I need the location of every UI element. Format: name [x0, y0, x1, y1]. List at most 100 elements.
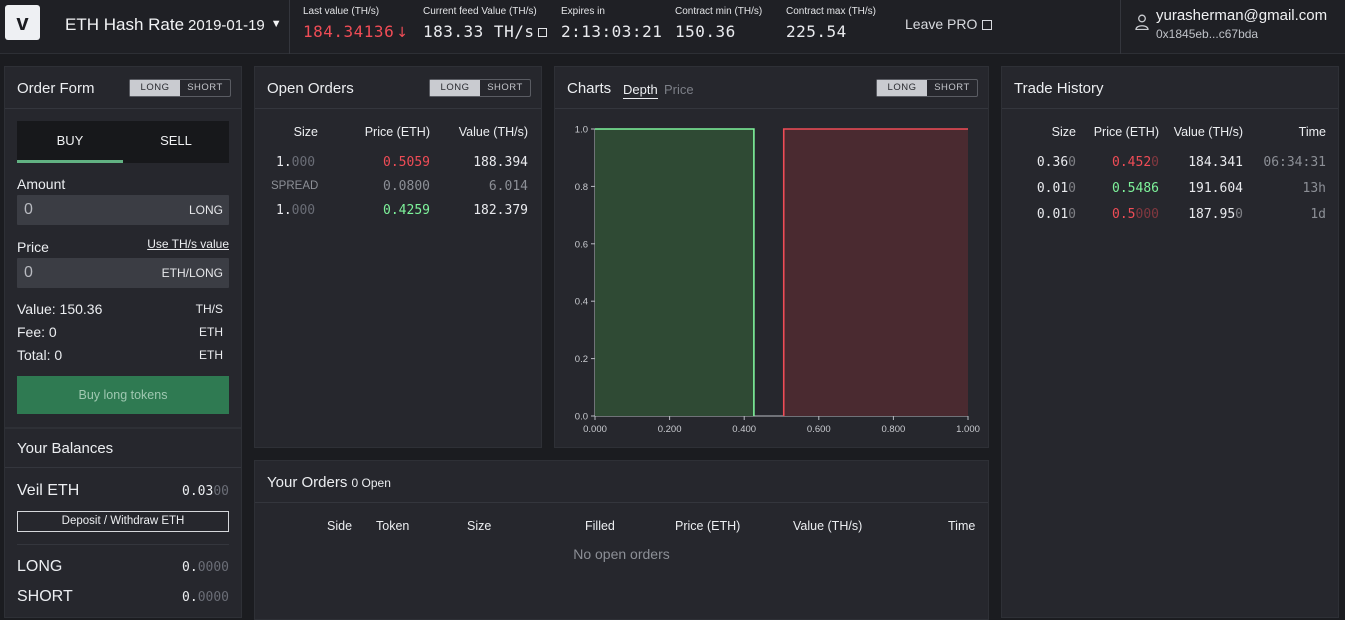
trade-size-main: 0.36 [1036, 155, 1069, 170]
depth-bid-area [595, 129, 754, 416]
toggle-long[interactable]: LONG [430, 80, 480, 96]
total-row: Total: 0 ETH [17, 347, 229, 363]
trade-price: 0.5486 [1112, 181, 1159, 196]
leave-pro-label: Leave PRO [905, 16, 978, 32]
toggle-long[interactable]: LONG [130, 80, 180, 96]
price-value: 0 [24, 264, 33, 281]
contract-max-stat: Contract max (TH/s) 225.54 [786, 6, 876, 41]
trade-size-main: 0.01 [1036, 181, 1069, 196]
total-label: Total: 0 [17, 347, 63, 363]
col-time: Time [1298, 125, 1326, 139]
col-filled: Filled [585, 519, 615, 533]
veil-eth-label: Veil ETH [17, 482, 80, 499]
x-tick-label: 0.800 [882, 424, 906, 435]
charts-panel: Charts Depth Price LONG SHORT 1.0 0.8 0.6 0.… [554, 66, 989, 448]
deposit-withdraw-button[interactable]: Deposit / Withdraw ETH [17, 511, 229, 532]
market-date: 2019-01-19 [188, 17, 265, 34]
divider [255, 108, 541, 109]
trade-time-main: 06:34:31 [1263, 155, 1326, 170]
depth-areas [595, 128, 968, 416]
divider [1002, 108, 1338, 109]
depth-chart[interactable]: 1.00.80.60.40.20.0 0.000 0.200 0.400 0.600 0… [555, 67, 988, 447]
y-tick-label: 1.0 [575, 125, 588, 136]
contract-min-label: Contract min (TH/s) [675, 6, 763, 17]
spread-price: 0.0800 [383, 179, 430, 194]
open-orders-title: Open Orders [267, 80, 354, 97]
active-tab-indicator [17, 160, 123, 163]
trade-value-main: 191.604 [1188, 181, 1243, 196]
open-orders-panel: Open Orders LONG SHORT Size Price (ETH) V… [254, 66, 542, 448]
x-tick-label: 0.000 [583, 424, 607, 435]
order-value: 182.379 [473, 203, 528, 218]
value-label: Value: 150.36 [17, 301, 103, 317]
col-value: Value (TH/s) [793, 519, 863, 533]
trade-price-main: 0.5486 [1112, 181, 1159, 196]
balances-panel: Your Balances Veil ETH 0.0300 Deposit / … [4, 428, 242, 618]
y-axis: 1.0 0.8 0.6 0.4 0.2 0.0 [575, 125, 596, 423]
trade-size-dim: 0 [1068, 181, 1076, 196]
col-price: Price (ETH) [675, 519, 741, 533]
trade-value: 187.950 [1188, 207, 1243, 222]
order-price: 0.5059 [383, 155, 430, 170]
trade-time-main: 13h [1302, 181, 1326, 196]
buy-long-tokens-button[interactable]: Buy long tokens [17, 376, 229, 414]
short-balance-label: SHORT [17, 588, 73, 605]
trade-time-main: 1d [1310, 207, 1326, 222]
spread-value: 6.014 [488, 179, 528, 194]
amount-unit: LONG [188, 203, 223, 217]
trade-size: 0.360 [1037, 155, 1076, 170]
total-unit: ETH [199, 348, 223, 362]
market-selector[interactable]: ETH Hash Rate 2019-01-19 ▼ [65, 15, 282, 35]
order-size-dim: 000 [291, 155, 316, 170]
your-orders-title-row: Your Orders 0 Open [267, 474, 391, 491]
toggle-short[interactable]: SHORT [480, 80, 530, 96]
col-token: Token [376, 519, 410, 533]
trade-price-dim: 0 [1151, 155, 1159, 170]
fee-label: Fee: 0 [17, 324, 57, 340]
price-input[interactable]: 0 ETH/LONG [17, 258, 229, 288]
col-size: Size [1051, 125, 1076, 139]
toggle-short[interactable]: SHORT [180, 80, 230, 96]
open-count: 0 Open [351, 476, 391, 490]
arrow-down-icon: ↓ [396, 25, 409, 41]
order-size: 1.000 [276, 155, 315, 170]
y-tick-label: 0.8 [575, 182, 588, 193]
veil-eth-value-dim: 00 [213, 484, 229, 499]
trade-size: 0.010 [1037, 181, 1076, 196]
amount-value: 0 [24, 201, 33, 218]
col-time: Time [948, 519, 976, 533]
contract-min-value: 150.36 [675, 22, 736, 41]
trade-price-dim: 000 [1135, 207, 1159, 222]
spread-label: SPREAD [271, 180, 319, 192]
order-size-dim: 000 [291, 203, 316, 218]
trade-history-panel: Trade History Size Price (ETH) Value (TH… [1001, 66, 1339, 618]
your-orders-title: Your Orders [267, 474, 348, 491]
expires-stat: Expires in 2:13:03:21 [561, 6, 662, 41]
short-balance-row: SHORT 0.0000 [17, 588, 229, 606]
trade-size-dim: 0 [1068, 155, 1076, 170]
tab-buy[interactable]: BUY [17, 121, 123, 163]
external-link-icon[interactable] [538, 28, 548, 37]
order-price: 0.4259 [383, 203, 430, 218]
last-value-stat: Last value (TH/s) 184.34136 ↓ [303, 6, 408, 41]
tab-sell[interactable]: SELL [123, 121, 229, 163]
leave-pro-link[interactable]: Leave PRO [905, 16, 993, 32]
last-value-label: Last value (TH/s) [303, 6, 380, 17]
last-value: 184.34136 [303, 22, 395, 41]
amount-input[interactable]: 0 LONG [17, 195, 229, 225]
trade-price: 0.4520 [1112, 155, 1159, 170]
price-unit: ETH/LONG [161, 266, 223, 280]
chevron-down-icon: ▼ [270, 18, 282, 30]
feed-value-label: Current feed Value (TH/s) [423, 6, 537, 17]
col-size: Size [293, 125, 318, 139]
long-balance-value: 0. [182, 560, 198, 575]
veil-logo[interactable]: v [5, 5, 40, 40]
col-side: Side [327, 519, 353, 533]
y-tick-label: 0.0 [575, 412, 588, 423]
depth-ask-area [783, 129, 968, 416]
open-orders-toggle: LONG SHORT [429, 79, 531, 97]
use-ths-link[interactable]: Use TH/s value [147, 237, 229, 251]
external-link-icon [982, 20, 993, 30]
contract-max-value: 225.54 [786, 22, 847, 41]
y-tick-label: 0.2 [575, 354, 588, 365]
